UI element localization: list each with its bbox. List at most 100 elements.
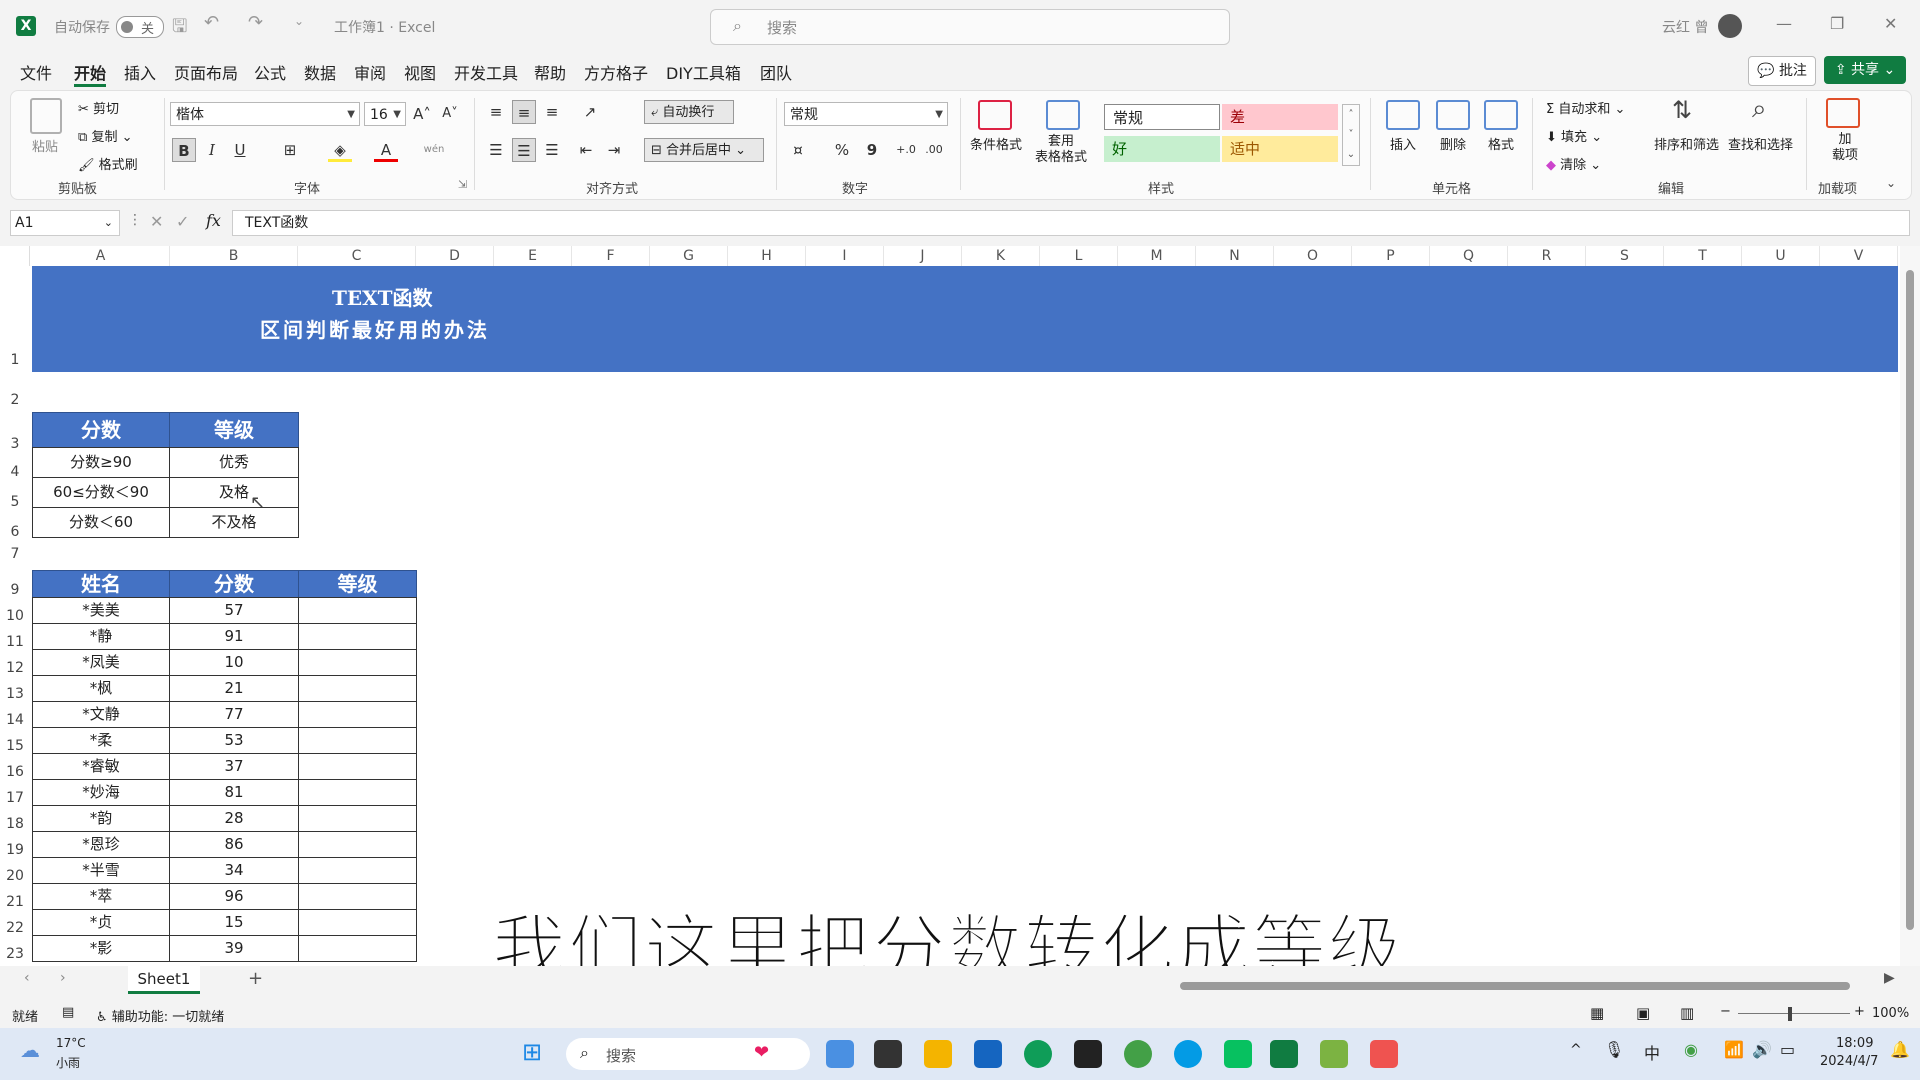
copilot-icon[interactable] — [826, 1040, 854, 1068]
tab-team[interactable]: 团队 — [760, 60, 792, 84]
column-header[interactable]: T — [1664, 246, 1742, 266]
select-all-corner[interactable] — [0, 246, 30, 266]
lookup-cell[interactable]: 分数＜60 — [32, 507, 170, 538]
format-cells-button[interactable]: 格式 — [1488, 134, 1514, 153]
autosum-button[interactable]: Σ 自动求和 ⌄ — [1546, 98, 1625, 117]
row-header[interactable]: 1 — [0, 352, 30, 368]
lookup-header-grade[interactable]: 等级 — [169, 412, 299, 448]
style-good[interactable]: 好 — [1104, 136, 1220, 162]
delete-cells-button[interactable]: 删除 — [1440, 134, 1466, 153]
normal-view-icon[interactable]: ▦ — [1590, 1004, 1604, 1022]
cancel-icon[interactable]: ✕ — [150, 212, 163, 231]
data-header-grade[interactable]: 等级 — [298, 570, 417, 598]
horizontal-scroll-thumb[interactable] — [1180, 982, 1850, 990]
table-cell[interactable]: 28 — [169, 805, 299, 832]
row-header[interactable]: 22 — [0, 920, 30, 936]
table-cell[interactable]: *贞 — [32, 909, 170, 936]
ie-icon[interactable] — [1174, 1040, 1202, 1068]
data-header-score[interactable]: 分数 — [169, 570, 299, 598]
column-header[interactable]: F — [572, 246, 650, 266]
column-header[interactable]: I — [806, 246, 884, 266]
camtasia-icon[interactable] — [1320, 1040, 1348, 1068]
border-icon[interactable]: ⊞ — [278, 138, 302, 162]
comma-button[interactable]: 9 — [860, 138, 884, 162]
currency-icon[interactable]: ¤ — [786, 138, 810, 162]
column-header[interactable]: V — [1820, 246, 1898, 266]
zoom-out-icon[interactable]: − — [1720, 1004, 1731, 1019]
shrink-font-button[interactable]: A˅ — [438, 102, 462, 126]
scroll-right-icon[interactable]: ▶ — [1884, 970, 1895, 986]
accessibility-status[interactable]: ♿ 辅助功能: 一切就绪 — [96, 1006, 224, 1025]
windows-start-icon[interactable]: ⊞ — [522, 1038, 542, 1066]
lookup-cell[interactable]: 不及格 — [169, 507, 299, 538]
align-right-icon[interactable]: ☰ — [540, 138, 564, 162]
row-header[interactable]: 19 — [0, 842, 30, 858]
row-header[interactable]: 14 — [0, 712, 30, 728]
align-center-icon[interactable]: ☰ — [512, 138, 536, 162]
table-cell[interactable] — [298, 675, 417, 702]
row-header[interactable]: 6 — [0, 524, 30, 540]
sheet-tab-sheet1[interactable]: Sheet1 — [128, 966, 200, 994]
table-cell[interactable] — [298, 883, 417, 910]
column-header[interactable]: C — [298, 246, 416, 266]
row-header[interactable]: 20 — [0, 868, 30, 884]
table-cell[interactable] — [298, 753, 417, 780]
column-header[interactable]: E — [494, 246, 572, 266]
next-sheet-icon[interactable]: › — [60, 970, 66, 986]
cut-button[interactable]: ✂ 剪切 — [78, 98, 119, 117]
conditional-format-button[interactable]: 条件格式 — [968, 134, 1024, 153]
format-as-table-button[interactable]: 套用 表格格式 — [1028, 134, 1094, 166]
row-header[interactable]: 13 — [0, 686, 30, 702]
tab-review[interactable]: 审阅 — [354, 60, 386, 84]
clock-time[interactable]: 18:09 — [1836, 1036, 1873, 1051]
fill-button[interactable]: ⬇ 填充 ⌄ — [1546, 126, 1602, 145]
column-header[interactable]: A — [32, 246, 170, 266]
paste-icon[interactable] — [30, 98, 62, 134]
fill-color-icon[interactable]: ◈ — [328, 138, 352, 162]
avatar[interactable] — [1718, 14, 1742, 38]
table-cell[interactable] — [298, 597, 417, 624]
column-header[interactable]: K — [962, 246, 1040, 266]
paste-button[interactable]: 粘贴 — [32, 136, 58, 155]
row-header[interactable]: 18 — [0, 816, 30, 832]
column-header[interactable]: Q — [1430, 246, 1508, 266]
undo-icon[interactable]: ↶ — [204, 12, 219, 33]
ime-icon[interactable]: 中 — [1644, 1040, 1660, 1064]
font-size-select[interactable]: 16 ▼ — [364, 102, 406, 126]
zoom-level[interactable]: 100% — [1872, 1006, 1909, 1021]
table-cell[interactable] — [298, 649, 417, 676]
table-cell[interactable] — [298, 831, 417, 858]
microphone-icon[interactable]: 🎙 — [1604, 1040, 1624, 1059]
browser-icon[interactable] — [1124, 1040, 1152, 1068]
row-header[interactable]: 12 — [0, 660, 30, 676]
clock-date[interactable]: 2024/4/7 — [1820, 1054, 1878, 1069]
task-view-icon[interactable] — [874, 1040, 902, 1068]
title-banner[interactable]: TEXT函数 区间判断最好用的办法 — [32, 266, 1898, 372]
tab-insert[interactable]: 插入 — [124, 60, 156, 84]
insert-cells-button[interactable]: 插入 — [1390, 134, 1416, 153]
table-cell[interactable]: 91 — [169, 623, 299, 650]
restore-icon[interactable]: ❐ — [1830, 14, 1844, 33]
collapse-ribbon-icon[interactable]: ⌄ — [1886, 176, 1896, 190]
grow-font-button[interactable]: A˄ — [410, 102, 434, 126]
row-header[interactable]: 23 — [0, 946, 30, 962]
table-cell[interactable] — [298, 623, 417, 650]
tab-file[interactable]: 文件 — [20, 60, 52, 84]
add-sheet-button[interactable]: + — [248, 968, 263, 989]
column-header[interactable]: J — [884, 246, 962, 266]
increase-decimal-icon[interactable]: +.0 — [894, 138, 918, 162]
zoom-in-icon[interactable]: + — [1854, 1004, 1865, 1019]
table-cell[interactable]: *柔 — [32, 727, 170, 754]
lookup-cell[interactable]: 分数≥90 — [32, 447, 170, 478]
row-header[interactable]: 4 — [0, 464, 30, 480]
clear-button[interactable]: ◆ 清除 ⌄ — [1546, 154, 1601, 173]
style-neutral[interactable]: 适中 — [1222, 136, 1338, 162]
table-cell[interactable]: 39 — [169, 935, 299, 962]
decrease-decimal-icon[interactable]: .00 — [922, 138, 946, 162]
table-cell[interactable]: 96 — [169, 883, 299, 910]
data-header-name[interactable]: 姓名 — [32, 570, 170, 598]
find-icon[interactable]: ⌕ — [1752, 94, 1767, 125]
name-box[interactable]: A1 ⌄ — [10, 210, 120, 236]
row-header[interactable]: 15 — [0, 738, 30, 754]
autosave-toggle[interactable]: 关 — [116, 16, 164, 38]
